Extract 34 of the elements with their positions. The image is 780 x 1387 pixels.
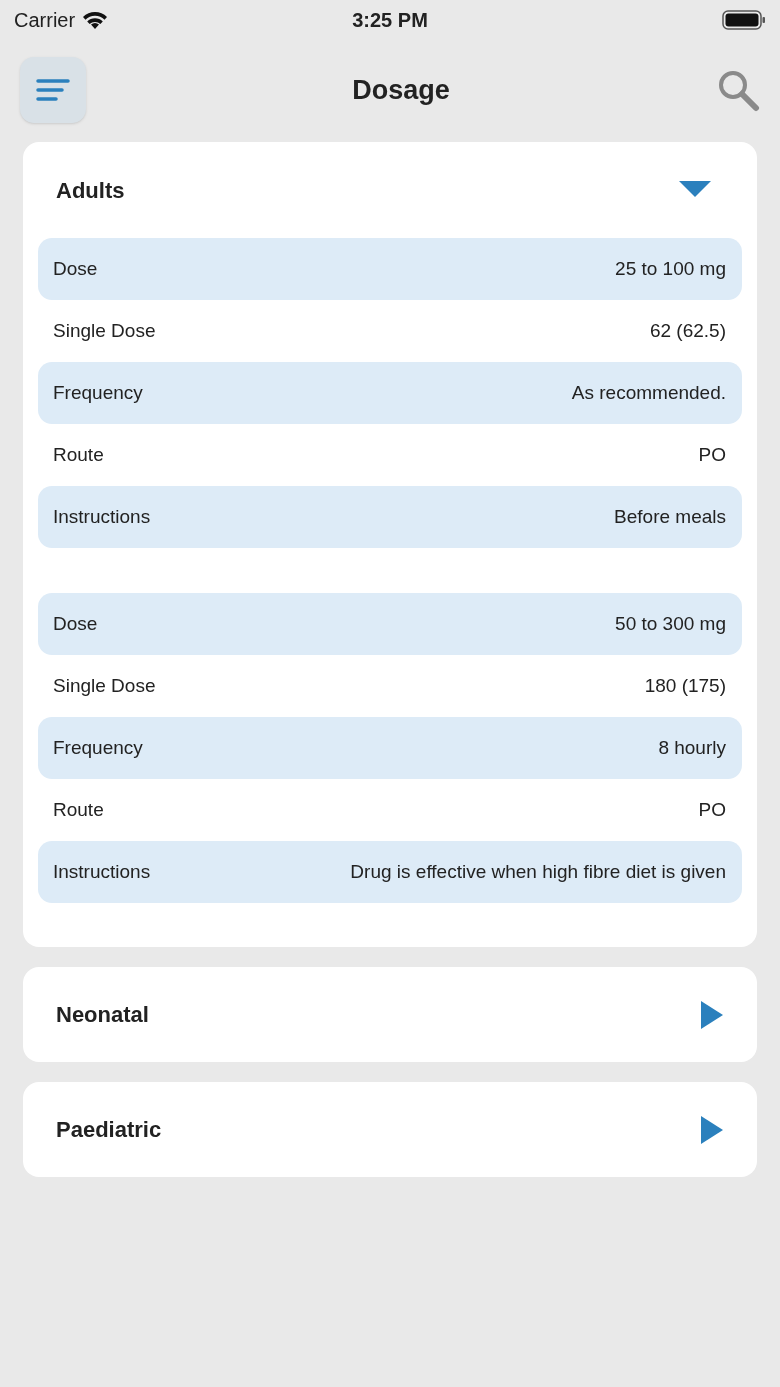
row-value: 8 hourly [658, 735, 726, 760]
row-label: Single Dose [53, 673, 156, 698]
row-label: Instructions [53, 859, 151, 884]
row-label: Dose [53, 611, 98, 636]
menu-button[interactable] [20, 57, 86, 123]
battery-icon [722, 10, 766, 30]
row-value: Before meals [614, 504, 726, 529]
search-icon[interactable] [716, 68, 760, 112]
expand-triangle-icon[interactable] [701, 1115, 723, 1144]
row-value: PO [698, 797, 726, 822]
page-title: Dosage [352, 73, 450, 107]
row-label: Frequency [53, 735, 143, 760]
wifi-icon [81, 10, 110, 30]
carrier-name: Carrier [14, 8, 76, 33]
section-title[interactable]: Paediatric [56, 1113, 162, 1146]
section-title[interactable]: Adults [56, 173, 125, 207]
row-label: Single Dose [53, 318, 156, 343]
row-value: 62 (62.5) [649, 318, 726, 343]
row-value: As recommended. [571, 380, 726, 405]
row-label: Route [53, 797, 104, 822]
section-title[interactable]: Neonatal [56, 998, 149, 1031]
row-value: 25 to 100 mg [615, 256, 726, 281]
collapse-triangle-icon[interactable] [679, 181, 711, 199]
row-label: Instructions [53, 504, 151, 529]
row-value: 180 (175) [644, 673, 726, 698]
row-label: Frequency [53, 380, 143, 405]
row-value: Drug is effective when high fibre diet is given [350, 859, 726, 884]
menu-icon [36, 78, 70, 102]
row-value: PO [698, 442, 726, 467]
clock-time: 3:25 PM [352, 8, 428, 33]
expand-triangle-icon[interactable] [701, 1000, 723, 1029]
row-label: Dose [53, 256, 98, 281]
row-value: 50 to 300 mg [615, 611, 726, 636]
row-label: Route [53, 442, 104, 467]
